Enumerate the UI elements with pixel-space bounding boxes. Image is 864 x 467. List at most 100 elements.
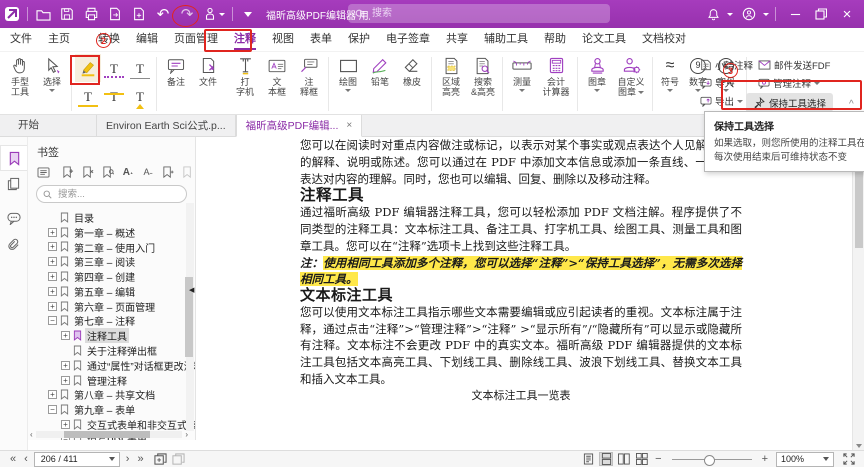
area-highlight-button[interactable]: 区域 高亮 [436,54,466,114]
decrease-text-icon[interactable]: A˗ [141,165,155,179]
restore-button[interactable] [808,0,834,28]
strikeout-tool-button[interactable]: T [127,54,153,82]
scroll-down-icon[interactable] [856,444,862,448]
bookmark-item[interactable]: +第三章 – 阅读 [28,254,195,269]
delete-bookmark-icon[interactable] [81,165,95,179]
custom-stamp-button[interactable]: 自定义 图章 [614,54,648,114]
tab-form[interactable]: 表单 [302,28,340,51]
scroll-right-icon[interactable]: › [185,430,188,439]
quick-tool-icon[interactable] [199,3,229,25]
bookmark-item[interactable]: +第八章 – 共享文档 [28,388,195,403]
scrollbar-thumb[interactable] [64,431,150,438]
callout-tool-button[interactable]: 注 释框 [294,54,324,114]
bookmark-search-box[interactable] [36,185,187,203]
collapse-panel-icon[interactable]: ◀ [189,286,194,294]
tab-convert[interactable]: 转换 [90,28,128,51]
undo-icon[interactable]: ↶ [151,3,175,25]
expand-toggle[interactable]: − [48,405,57,414]
scroll-left-icon[interactable]: ‹ [30,430,33,439]
page-number-box[interactable] [34,452,120,467]
dropdown-caret-icon[interactable] [763,13,769,16]
facing-view-icon[interactable] [617,452,631,466]
bookmark-item[interactable]: +第四章 – 创建 [28,269,195,284]
manage-comments-button[interactable]: 管理注释 [758,74,833,92]
bookmark-item[interactable]: +第一章 – 概述 [28,225,195,240]
expand-toggle[interactable]: + [48,242,57,251]
bookmarks-panel-button[interactable] [0,145,27,171]
tab-accessibility[interactable]: 辅助工具 [476,28,536,51]
expand-bookmark-icon[interactable] [161,165,175,179]
save-icon[interactable] [55,3,79,25]
dropdown-caret-icon[interactable] [727,13,733,16]
dropdown-caret-icon[interactable] [823,457,829,461]
next-page-button[interactable]: › [122,453,134,465]
close-button[interactable]: × [834,0,860,28]
insert-text-tool-button[interactable]: T [127,82,153,110]
fullscreen-icon[interactable] [842,452,856,466]
global-search-input[interactable] [370,7,554,20]
last-page-button[interactable]: » [133,453,147,465]
typewriter-tool-button[interactable]: 打 字机 [230,54,260,114]
expand-toggle[interactable]: + [48,390,57,399]
bookmark-search-input[interactable] [56,188,170,201]
document-tab-foxit-manual[interactable]: 福昕高级PDF编辑... × [236,115,363,137]
expand-toggle[interactable]: + [48,257,57,266]
tab-protect[interactable]: 保护 [340,28,378,51]
tab-file[interactable]: 文件 [2,28,40,51]
highlight-tool-button[interactable] [75,54,101,82]
bookmark-item[interactable]: −第九章 – 表单 [28,402,195,417]
single-page-view-icon[interactable] [581,452,595,466]
tab-edit[interactable]: 编辑 [128,28,166,51]
zoom-out-button[interactable]: − [651,453,665,465]
expand-toggle[interactable]: − [48,316,57,325]
tab-share[interactable]: 共享 [438,28,476,51]
squiggly-tool-button[interactable]: T [101,54,127,82]
document-page[interactable]: 您可以在阅读时对重点内容做注或标记，以表示对某个事实或观点表达个人见解和态度的解… [196,137,852,450]
expand-toggle[interactable]: + [48,272,57,281]
import-comments-button[interactable]: 导入 [700,74,758,92]
expand-toggle[interactable]: + [48,302,57,311]
bookmark-item[interactable]: +通过“属性”对话框更改注释外观 [28,358,195,373]
tab-comment[interactable]: 注释 [226,28,264,51]
open-icon[interactable] [31,3,55,25]
bookmark-item[interactable]: 关于注释弹出框 [28,343,195,358]
document-tab-environ[interactable]: Environ Earth Sci公式.p... [96,115,236,136]
tab-esign[interactable]: 电子签章 [378,28,438,51]
pages-panel-button[interactable] [0,171,27,197]
document-scrollbar[interactable] [852,137,864,450]
account-avatar-icon[interactable] [737,3,761,25]
minimize-button[interactable] [782,0,808,28]
close-tab-icon[interactable]: × [346,120,352,131]
start-tab[interactable]: 开始 [0,115,96,136]
bookmark-item-selected[interactable]: +注释工具 [28,328,195,343]
global-search-box[interactable] [348,4,610,23]
customize-toolbar-icon[interactable] [236,3,260,25]
create-page-icon[interactable] [127,3,151,25]
note-tool-button[interactable]: 备注 [161,54,191,114]
bookmark-item[interactable]: 目录 [28,210,195,225]
facing-continuous-view-icon[interactable] [635,452,649,466]
notifications-bell-icon[interactable] [701,3,725,25]
bookmark-scrollbar[interactable] [186,203,194,431]
attachments-panel-button[interactable] [0,231,27,257]
tab-paper-tools[interactable]: 论文工具 [574,28,634,51]
measure-tool-button[interactable]: 测量 [507,54,537,114]
symbols-button[interactable]: ≈ 符号 [657,54,683,114]
textbox-tool-button[interactable]: 文 本框 [262,54,292,114]
hand-tool-button[interactable]: 手型 工具 [5,54,35,114]
bookmark-item[interactable]: +第二章 – 使用入门 [28,240,195,255]
export-page-icon[interactable] [103,3,127,25]
search-highlight-button[interactable]: 搜索 &高亮 [468,54,498,114]
page-number-input[interactable] [39,453,95,465]
file-attachment-button[interactable]: 文件 [193,54,223,114]
tab-home[interactable]: 主页 [40,28,78,51]
dropdown-caret-icon[interactable] [109,457,115,461]
redo-icon[interactable]: ↷ [175,3,199,25]
email-fdf-button[interactable]: 邮件发送FDF [758,56,833,74]
underline-tool-button[interactable]: T [75,82,101,110]
bookmark-hscrollbar[interactable]: ‹ › [30,430,188,439]
bookmark-item[interactable]: −第七章 – 注释 [28,314,195,329]
add-bookmark-icon[interactable] [61,165,75,179]
print-icon[interactable] [79,3,103,25]
zoom-in-button[interactable]: + [758,453,772,465]
